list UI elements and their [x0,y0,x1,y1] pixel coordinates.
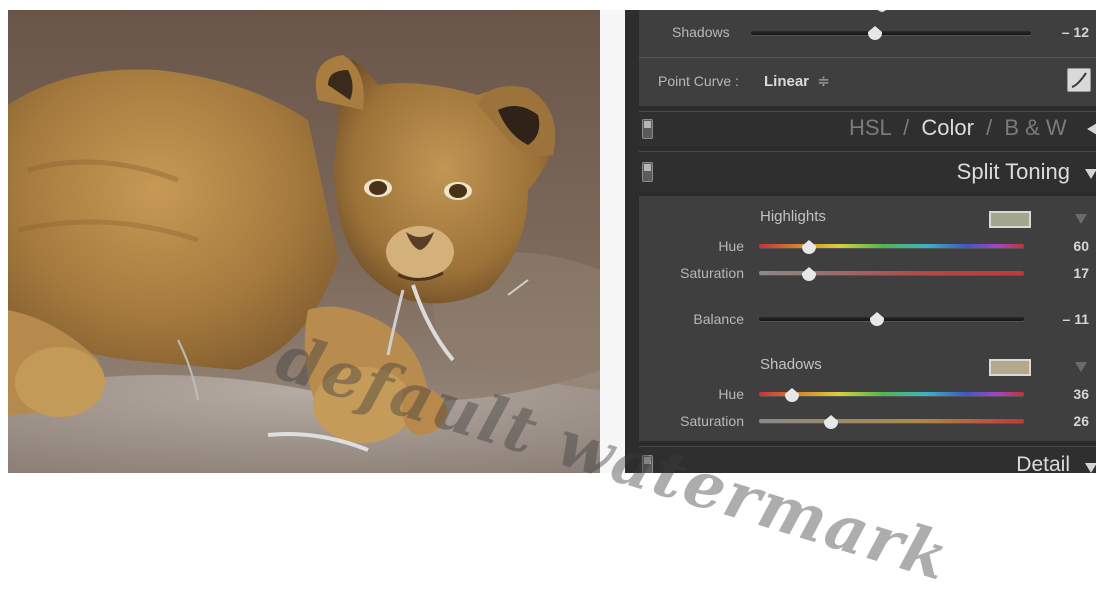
tab-divider: / [903,115,910,140]
divider [639,57,1096,58]
shadows-saturation-value[interactable]: 26 [1049,413,1089,429]
highlights-color-swatch[interactable] [989,211,1031,228]
highlights-picker-arrow-icon[interactable] [1075,214,1087,224]
detail-toggle-switch[interactable] [642,455,653,473]
shadows-saturation-slider-track[interactable] [759,419,1024,423]
hsl-tabs: HSL / Color / B & W [849,115,1067,141]
tab-bw[interactable]: B & W [1004,115,1066,140]
panel-gutter [600,10,625,473]
shadows-section-label: Shadows [760,356,822,373]
curve-icon [1071,72,1087,88]
lion-cub-image [8,10,600,473]
curve-edit-button[interactable] [1067,68,1091,92]
highlights-label: Highlights [760,208,826,225]
tab-color[interactable]: Color [921,115,974,140]
shadows-color-swatch[interactable] [989,359,1031,376]
point-curve-arrow-icon: ≑ [817,73,830,90]
develop-panel: Shadows – 12 Point Curve : Linear ≑ HSL … [639,10,1096,473]
split-toning-header[interactable]: Split Toning [639,151,1096,193]
section-separator [639,192,1096,196]
photo-preview [8,10,600,473]
highlights-saturation-label: Saturation [680,265,744,281]
shadows-hue-label: Hue [718,386,744,402]
shadows-label: Shadows [672,24,730,40]
split-toning-toggle-switch[interactable] [642,162,653,182]
detail-header[interactable]: Detail [639,446,1096,473]
balance-label: Balance [693,311,744,327]
shadows-slider-track[interactable] [751,31,1031,35]
detail-title: Detail [1016,453,1070,473]
expand-arrow-icon[interactable] [1085,169,1096,179]
hsl-color-bw-header[interactable]: HSL / Color / B & W [639,111,1096,147]
expand-arrow-icon[interactable] [1085,463,1096,473]
hsl-toggle-switch[interactable] [642,119,653,139]
balance-slider-track[interactable] [759,317,1024,321]
tab-hsl[interactable]: HSL [849,115,891,140]
highlights-hue-slider-track[interactable] [759,244,1024,248]
clipped-slider-thumb [877,10,887,12]
shadows-hue-value[interactable]: 36 [1049,386,1089,402]
shadows-picker-arrow-icon[interactable] [1075,362,1087,372]
highlights-saturation-value[interactable]: 17 [1049,265,1089,281]
point-curve-value: Linear [764,73,810,90]
tab-divider: / [986,115,993,140]
panel-edge [625,10,639,473]
collapse-arrow-icon[interactable] [1087,123,1096,135]
point-curve-select[interactable]: Linear ≑ [764,72,830,90]
shadows-value[interactable]: – 12 [1049,24,1089,40]
point-curve-label: Point Curve : [658,73,739,89]
split-toning-title: Split Toning [956,159,1070,184]
shadows-saturation-label: Saturation [680,413,744,429]
balance-value[interactable]: – 11 [1049,311,1089,327]
highlights-hue-value[interactable]: 60 [1049,238,1089,254]
highlights-saturation-slider-track[interactable] [759,271,1024,275]
highlights-hue-label: Hue [718,238,744,254]
